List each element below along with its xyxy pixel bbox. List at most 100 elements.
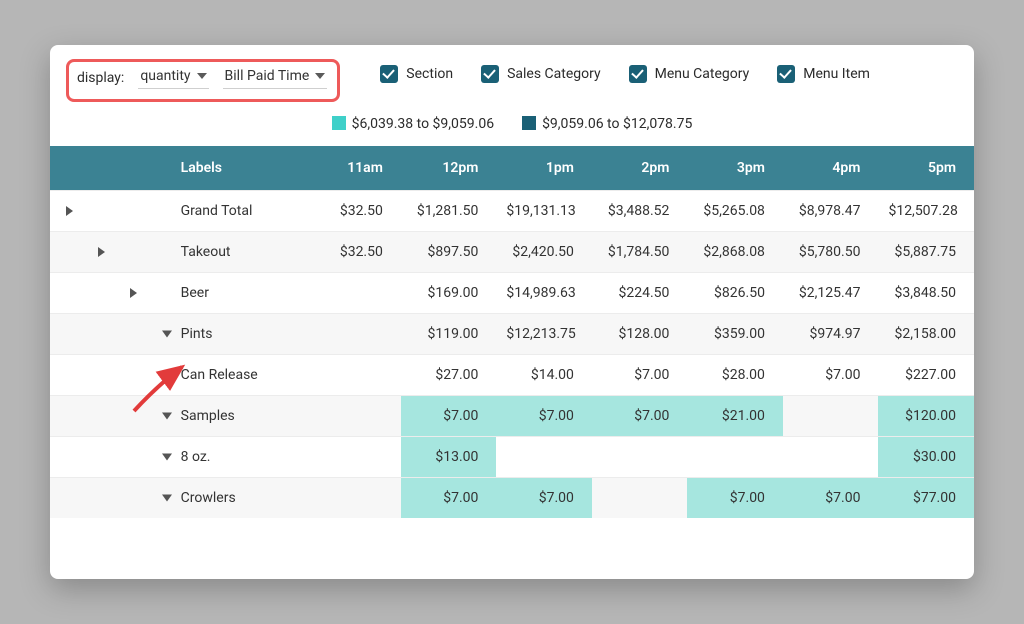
- cell: [305, 437, 401, 478]
- cell: $14.00: [496, 355, 592, 396]
- cell: $12,213.75: [496, 314, 592, 355]
- display-label: display:: [77, 70, 124, 86]
- cell: [305, 355, 401, 396]
- cell: $7.00: [592, 396, 688, 437]
- expander-cell: [50, 355, 171, 396]
- legend-range-1: $6,039.38 to $9,059.06: [332, 116, 494, 132]
- chevron-right-icon[interactable]: [130, 288, 137, 298]
- row-label: Samples: [171, 396, 306, 437]
- checkbox-menu-item[interactable]: Menu Item: [777, 65, 870, 83]
- expander-cell: [50, 478, 171, 519]
- cell: $897.50: [401, 232, 497, 273]
- col-expander: [50, 146, 171, 191]
- cell: $974.97: [783, 314, 879, 355]
- cell: [305, 396, 401, 437]
- cell: $359.00: [687, 314, 783, 355]
- table-row: Pints $119.00$12,213.75$128.00$359.00$974…: [50, 314, 974, 355]
- cell: $826.50: [687, 273, 783, 314]
- cell: $28.00: [687, 355, 783, 396]
- report-panel: display: quantity Bill Paid Time Section…: [50, 45, 974, 579]
- cell: [496, 437, 592, 478]
- expander-cell: [50, 232, 171, 273]
- chevron-down-icon[interactable]: [162, 372, 172, 379]
- col-2pm[interactable]: 2pm: [592, 146, 688, 191]
- legend-range-2: $9,059.06 to $12,078.75: [522, 116, 692, 132]
- row-label: Takeout: [171, 232, 306, 273]
- col-1pm[interactable]: 1pm: [496, 146, 592, 191]
- cell: $30.00: [878, 437, 974, 478]
- table-row: Crowlers$7.00$7.00$7.00$7.00$77.00: [50, 478, 974, 519]
- checkbox-label: Sales Category: [507, 66, 601, 82]
- cell: $227.00: [878, 355, 974, 396]
- cell: $32.50: [305, 232, 401, 273]
- cell: $7.00: [687, 478, 783, 519]
- checkbox-sales-category[interactable]: Sales Category: [481, 65, 601, 83]
- col-labels[interactable]: Labels: [171, 146, 306, 191]
- dropdown-billpaidtime-value: Bill Paid Time: [225, 68, 310, 84]
- check-icon: [629, 65, 647, 83]
- row-label: Can Release: [171, 355, 306, 396]
- cell: $77.00: [878, 478, 974, 519]
- cell: $7.00: [783, 355, 879, 396]
- legend: $6,039.38 to $9,059.06 $9,059.06 to $12,…: [50, 110, 974, 146]
- cell: $12,507.28: [878, 191, 974, 232]
- chevron-down-icon[interactable]: [162, 495, 172, 502]
- column-toggles: Section Sales Category Menu Category Men…: [380, 59, 870, 83]
- cell: [783, 437, 879, 478]
- chevron-down-icon[interactable]: [162, 454, 172, 461]
- table-row: Samples$7.00$7.00$7.00$21.00$120.00: [50, 396, 974, 437]
- table-header-row: Labels 11am 12pm 1pm 2pm 3pm 4pm 5pm: [50, 146, 974, 191]
- col-5pm[interactable]: 5pm: [878, 146, 974, 191]
- checkbox-section[interactable]: Section: [380, 65, 453, 83]
- cell: [592, 437, 688, 478]
- cell: $128.00: [592, 314, 688, 355]
- col-4pm[interactable]: 4pm: [783, 146, 879, 191]
- cell: $3,488.52: [592, 191, 688, 232]
- cell: [592, 478, 688, 519]
- cell: $169.00: [401, 273, 497, 314]
- col-11am[interactable]: 11am: [305, 146, 401, 191]
- cell: $119.00: [401, 314, 497, 355]
- cell: $2,420.50: [496, 232, 592, 273]
- cell: $27.00: [401, 355, 497, 396]
- cell: $7.00: [401, 478, 497, 519]
- expander-cell: [50, 396, 171, 437]
- checkbox-menu-category[interactable]: Menu Category: [629, 65, 750, 83]
- dropdown-quantity-value: quantity: [140, 68, 190, 84]
- cell: $224.50: [592, 273, 688, 314]
- cell: $7.00: [592, 355, 688, 396]
- display-controls-highlight: display: quantity Bill Paid Time: [66, 59, 340, 102]
- check-icon: [481, 65, 499, 83]
- row-label: Crowlers: [171, 478, 306, 519]
- cell: [687, 437, 783, 478]
- check-icon: [380, 65, 398, 83]
- cell: $19,131.13: [496, 191, 592, 232]
- table-row: Grand Total$32.50$1,281.50$19,131.13$3,4…: [50, 191, 974, 232]
- table-row: 8 oz.$13.00$30.00: [50, 437, 974, 478]
- chevron-right-icon[interactable]: [66, 206, 73, 216]
- cell: $32.50: [305, 191, 401, 232]
- cell: $2,158.00: [878, 314, 974, 355]
- row-label: Beer: [171, 273, 306, 314]
- dropdown-quantity[interactable]: quantity: [138, 66, 208, 89]
- swatch-dark-icon: [522, 116, 536, 130]
- expander-cell: [50, 437, 171, 478]
- cell: [783, 396, 879, 437]
- chevron-down-icon[interactable]: [162, 331, 172, 338]
- cell: $2,125.47: [783, 273, 879, 314]
- dropdown-bill-paid-time[interactable]: Bill Paid Time: [223, 66, 328, 89]
- chevron-right-icon[interactable]: [98, 247, 105, 257]
- cell: $2,868.08: [687, 232, 783, 273]
- table-row: Can Release$27.00$14.00$7.00$28.00$7.00$…: [50, 355, 974, 396]
- cell: [305, 273, 401, 314]
- col-3pm[interactable]: 3pm: [687, 146, 783, 191]
- cell: $5,780.50: [783, 232, 879, 273]
- cell: $120.00: [878, 396, 974, 437]
- col-12pm[interactable]: 12pm: [401, 146, 497, 191]
- cell: $7.00: [496, 396, 592, 437]
- expander-cell: [50, 191, 171, 232]
- chevron-down-icon[interactable]: [162, 413, 172, 420]
- cell: $21.00: [687, 396, 783, 437]
- row-label: Pints: [171, 314, 306, 355]
- cell: $7.00: [401, 396, 497, 437]
